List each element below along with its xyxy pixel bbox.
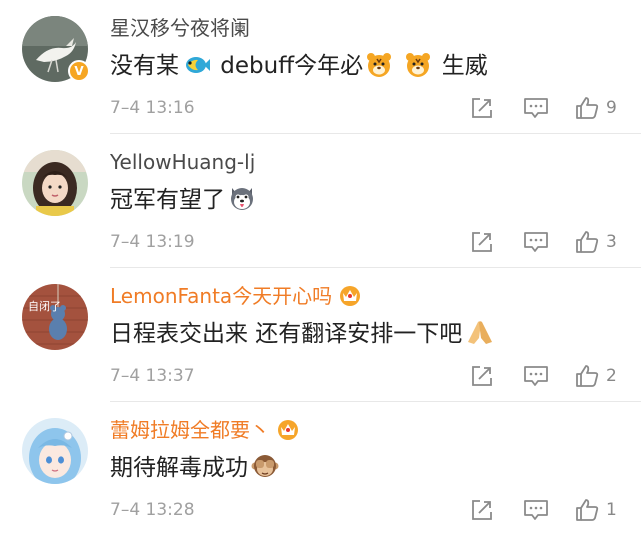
praying-hands-emoji-icon	[465, 318, 495, 355]
share-icon	[472, 366, 492, 386]
vip-crown-icon	[276, 418, 300, 447]
comment-text-part: 日程表交出来 还有翻译安排一下吧	[110, 321, 463, 347]
share-button[interactable]	[470, 496, 494, 524]
comment-item: 蕾姆拉姆全都要丶 期待解毒成功 7–4 13:28 1	[0, 402, 641, 536]
comment-list: V 星汉移兮夜将阑 没有某 debuff今年必 生威 7–4 13:16 9 Y…	[0, 0, 641, 538]
comment-icon	[524, 500, 548, 520]
thumbs-up-icon	[576, 231, 599, 253]
comment-text-part: 生威	[434, 53, 488, 79]
share-icon	[472, 98, 492, 118]
comment-text: 日程表交出来 还有翻译安排一下吧	[110, 318, 498, 355]
timestamp: 7–4 13:37	[110, 366, 195, 386]
like-count: 3	[606, 232, 617, 252]
comment-text: 冠军有望了	[110, 184, 259, 221]
username[interactable]: YellowHuang-lj	[110, 148, 255, 176]
like-button[interactable]: 2	[574, 362, 617, 390]
timestamp: 7–4 13:16	[110, 98, 195, 118]
see-no-evil-monkey-emoji-icon	[251, 452, 279, 489]
comment-icon	[524, 232, 548, 252]
share-icon	[472, 500, 492, 520]
comment-text-part: 没有某	[110, 53, 179, 79]
timestamp: 7–4 13:19	[110, 232, 195, 252]
verified-badge-icon: V	[68, 60, 90, 82]
comment-text-part: 冠军有望了	[110, 187, 225, 213]
thumbs-up-icon	[576, 499, 599, 521]
reply-button[interactable]	[523, 228, 549, 256]
comment-text: 期待解毒成功	[110, 452, 282, 489]
comment-item: YellowHuang-lj 冠军有望了 7–4 13:19 3	[0, 134, 641, 268]
like-count: 9	[606, 98, 617, 118]
like-button[interactable]: 1	[574, 496, 617, 524]
username[interactable]: 星汉移兮夜将阑	[110, 14, 250, 42]
tiger-emoji-icon	[366, 52, 392, 87]
reply-button[interactable]	[523, 94, 549, 122]
like-button[interactable]: 3	[574, 228, 617, 256]
tiger-emoji-icon	[405, 52, 431, 87]
like-count: 2	[606, 366, 617, 386]
share-button[interactable]	[470, 362, 494, 390]
like-button[interactable]: 9	[574, 94, 617, 122]
husky-emoji-icon	[228, 184, 256, 221]
avatar[interactable]	[22, 150, 88, 216]
username[interactable]: 蕾姆拉姆全都要丶	[110, 416, 300, 447]
thumbs-up-icon	[576, 365, 599, 387]
username[interactable]: LemonFanta今天开心吗	[110, 282, 362, 313]
comment-text-part: debuff今年必	[213, 53, 364, 79]
comment-text-part	[395, 53, 402, 79]
comment-item: 自闭了 LemonFanta今天开心吗 日程表交出来 还有翻译安排一下吧 7–4…	[0, 268, 641, 402]
fish-emoji-icon	[182, 52, 210, 87]
avatar[interactable]	[22, 418, 88, 484]
comment-icon	[524, 98, 548, 118]
comment-icon	[524, 366, 548, 386]
timestamp: 7–4 13:28	[110, 500, 195, 520]
thumbs-up-icon	[576, 97, 599, 119]
comment-text: 没有某 debuff今年必 生威	[110, 50, 488, 87]
avatar[interactable]: 自闭了	[22, 284, 88, 350]
username-text: LemonFanta今天开心吗	[110, 284, 333, 308]
vip-crown-icon	[338, 284, 362, 313]
share-button[interactable]	[470, 228, 494, 256]
comment-text-part: 期待解毒成功	[110, 455, 248, 481]
share-button[interactable]	[470, 94, 494, 122]
share-icon	[472, 232, 492, 252]
avatar-caption: 自闭了	[28, 300, 61, 313]
reply-button[interactable]	[523, 496, 549, 524]
username-text: 蕾姆拉姆全都要丶	[110, 418, 270, 442]
reply-button[interactable]	[523, 362, 549, 390]
like-count: 1	[606, 500, 617, 520]
comment-item: V 星汉移兮夜将阑 没有某 debuff今年必 生威 7–4 13:16 9	[0, 0, 641, 134]
